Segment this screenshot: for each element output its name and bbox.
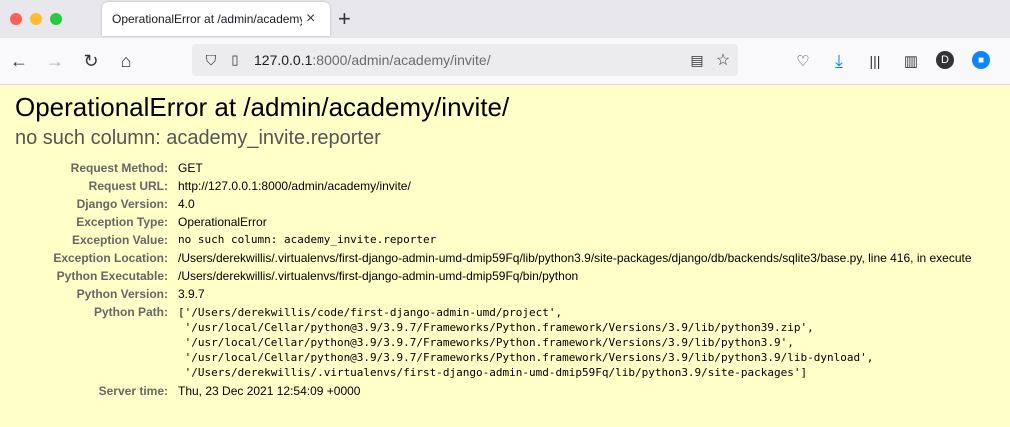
minimize-window-button[interactable] <box>30 13 42 25</box>
reload-icon[interactable]: ↻ <box>80 50 102 72</box>
tab-close-icon[interactable]: × <box>306 10 315 28</box>
tab-bar: OperationalError at /admin/academy/invit… <box>0 0 1010 38</box>
meta-row: Django Version: 4.0 <box>28 195 992 213</box>
profile-avatar[interactable]: D <box>936 51 954 69</box>
extension-icon[interactable]: ■ <box>972 51 990 69</box>
navigation-bar: ← → ↻ ⌂ ⛉ ▯ 127.0.0.1:8000/admin/academy… <box>0 38 1010 85</box>
window-controls <box>10 13 62 25</box>
maximize-window-button[interactable] <box>50 13 62 25</box>
meta-row: Python Executable: /Users/derekwillis/.vi… <box>28 267 992 285</box>
browser-tab[interactable]: OperationalError at /admin/academy/invit… <box>102 2 330 36</box>
python-path-line: ['/Users/derekwillis/code/first-django-a… <box>178 306 563 319</box>
reader-view-icon[interactable]: ▤ <box>686 49 708 71</box>
meta-value: no such column: academy_invite.reporter <box>178 233 437 246</box>
python-path-line: '/usr/local/Cellar/python@3.9/3.9.7/Fram… <box>178 321 814 334</box>
meta-value: OperationalError <box>178 215 267 229</box>
meta-value: http://127.0.0.1:8000/admin/academy/invi… <box>178 179 411 193</box>
back-icon[interactable]: ← <box>8 50 30 72</box>
python-path-line: '/usr/local/Cellar/python@3.9/3.9.7/Fram… <box>178 336 794 349</box>
address-bar[interactable]: ⛉ ▯ 127.0.0.1:8000/admin/academy/invite/… <box>192 44 738 76</box>
meta-label: Request URL: <box>88 179 168 193</box>
new-tab-icon[interactable]: + <box>338 6 351 32</box>
lock-icon[interactable]: ▯ <box>224 49 246 71</box>
meta-value: Thu, 23 Dec 2021 12:54:09 +0000 <box>178 384 361 398</box>
meta-label: Python Executable: <box>56 269 168 283</box>
request-info-table: Request Method: GET Request URL: http://127… <box>28 159 992 400</box>
forward-icon[interactable]: → <box>44 50 66 72</box>
meta-row: Request Method: GET <box>28 159 992 177</box>
meta-row: Exception Type: OperationalError <box>28 213 992 231</box>
meta-row: Exception Value: no such column: academy_… <box>28 231 992 249</box>
error-title: OperationalError at /admin/academy/invit… <box>15 92 510 122</box>
meta-row: Request URL: http://127.0.0.1:8000/admin/… <box>28 177 992 195</box>
download-icon[interactable]: ⤓ <box>828 50 850 72</box>
meta-value: 3.9.7 <box>178 287 205 301</box>
library-icon[interactable]: ||| <box>864 50 886 72</box>
bookmark-star-icon[interactable]: ☆ <box>712 49 734 71</box>
pocket-icon[interactable]: ♡ <box>792 50 814 72</box>
url-text[interactable]: 127.0.0.1:8000/admin/academy/invite/ <box>254 52 491 68</box>
sidebar-icon[interactable]: ▥ <box>900 50 922 72</box>
url-path: :8000/admin/academy/invite/ <box>312 52 491 68</box>
meta-row: Server time: Thu, 23 Dec 2021 12:54:09 +0… <box>28 382 992 400</box>
meta-value: GET <box>178 161 203 175</box>
meta-label: Request Method: <box>70 161 168 175</box>
python-path-line: '/Users/derekwillis/.virtualenvs/first-d… <box>178 366 808 379</box>
meta-label: Exception Location: <box>53 251 168 265</box>
meta-label: Server time: <box>98 384 168 398</box>
meta-label: Exception Value: <box>71 233 168 247</box>
python-path-line: '/usr/local/Cellar/python@3.9/3.9.7/Fram… <box>178 351 874 364</box>
meta-label: Django Version: <box>76 197 168 211</box>
close-window-button[interactable] <box>10 13 22 25</box>
meta-row: Python Version: 3.9.7 <box>28 285 992 303</box>
meta-label: Exception Type: <box>76 215 168 229</box>
meta-label: Python Path: <box>94 305 168 319</box>
meta-label: Python Version: <box>76 287 168 301</box>
tab-title: OperationalError at /admin/academy/invit… <box>112 12 302 26</box>
home-icon[interactable]: ⌂ <box>115 50 137 72</box>
shield-icon[interactable]: ⛉ <box>200 49 222 71</box>
meta-value: 4.0 <box>178 197 195 211</box>
meta-value: /Users/derekwillis/.virtualenvs/first-dj… <box>178 269 579 283</box>
meta-value: ['/Users/derekwillis/code/first-django-a… <box>174 303 992 382</box>
error-subtitle: no such column: academy_invite.reporter <box>15 127 381 149</box>
meta-row: Exception Location: /Users/derekwillis/.v… <box>28 249 992 267</box>
meta-value: /Users/derekwillis/.virtualenvs/first-dj… <box>178 251 972 265</box>
meta-row: Python Path: ['/Users/derekwillis/code/fi… <box>28 303 992 382</box>
url-host: 127.0.0.1 <box>254 52 313 68</box>
